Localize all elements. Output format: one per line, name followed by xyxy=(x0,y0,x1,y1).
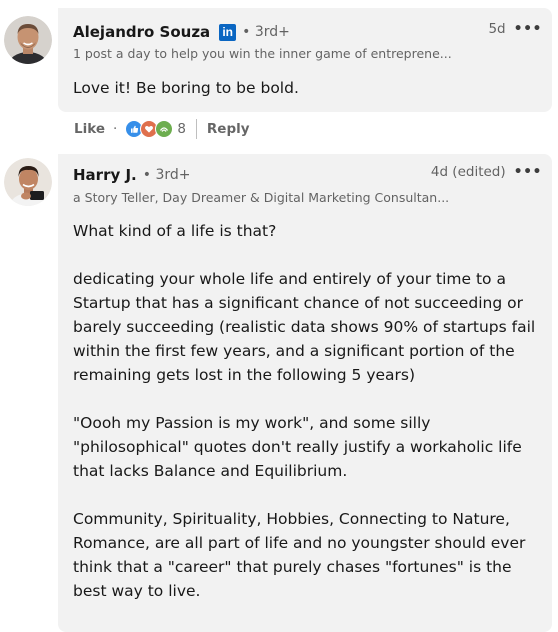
comment-bubble: Harry J. • 3rd+ a Story Teller, Day Drea… xyxy=(58,154,552,632)
comment-bubble: Alejandro Souza in • 3rd+ 1 post a day t… xyxy=(58,8,552,112)
comment-paragraph: What kind of a life is that? xyxy=(73,222,277,240)
comment-timestamp: 4d (edited) xyxy=(430,164,506,180)
author-headline[interactable]: 1 post a day to help you win the inner g… xyxy=(73,46,452,61)
divider xyxy=(195,119,197,139)
comment-text: Love it! Be boring to be bold. xyxy=(73,76,539,100)
reply-button[interactable]: Reply xyxy=(207,121,250,137)
avatar-photo xyxy=(4,16,52,64)
comment-item: Alejandro Souza in • 3rd+ 1 post a day t… xyxy=(0,0,558,148)
comment-timestamp: 5d xyxy=(488,21,506,37)
author-headline[interactable]: a Story Teller, Day Dreamer & Digital Ma… xyxy=(73,190,449,205)
comment-paragraph: Love it! Be boring to be bold. xyxy=(73,79,299,97)
avatar-photo xyxy=(4,158,52,206)
support-reaction-icon xyxy=(155,120,174,138)
reaction-count: 8 xyxy=(177,121,186,137)
reactions-summary[interactable]: 8 xyxy=(125,120,186,138)
connection-degree: • 3rd+ xyxy=(142,167,191,183)
more-options-icon[interactable]: ••• xyxy=(514,164,542,180)
like-button[interactable]: Like xyxy=(74,121,105,137)
more-options-icon[interactable]: ••• xyxy=(514,21,542,37)
comment-paragraph: dedicating your whole life and entirely … xyxy=(73,270,536,384)
avatar[interactable] xyxy=(4,16,52,64)
separator-dot: · xyxy=(113,121,118,137)
comment-actions: Like · 8 Reply xyxy=(74,118,250,140)
comment-item: Harry J. • 3rd+ a Story Teller, Day Drea… xyxy=(0,148,558,632)
linkedin-icon: in xyxy=(219,23,237,41)
comment-text: What kind of a life is that? dedicating … xyxy=(73,219,539,603)
comment-paragraph: "Oooh my Passion is my work", and some s… xyxy=(73,414,522,480)
comment-paragraph: Community, Spirituality, Hobbies, Connec… xyxy=(73,510,526,600)
author-name[interactable]: Alejandro Souza xyxy=(73,23,210,41)
author-name[interactable]: Harry J. xyxy=(73,166,137,184)
avatar[interactable] xyxy=(4,158,52,206)
connection-degree: • 3rd+ xyxy=(242,24,290,40)
